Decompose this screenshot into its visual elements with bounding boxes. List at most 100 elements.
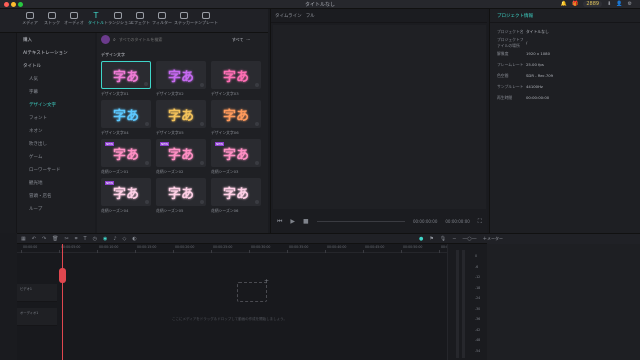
title-template-item[interactable]: 字あ NEW 花柄シーズン04	[101, 178, 151, 217]
download-icon[interactable]	[144, 82, 148, 86]
gift-icon[interactable]: 🎁	[572, 1, 578, 7]
tab-filters[interactable]: フィルター	[152, 9, 172, 32]
player-tab[interactable]: タイムライン	[275, 13, 302, 19]
scrub-bar[interactable]	[316, 221, 405, 222]
audio-track-header[interactable]: オーディオ1	[17, 308, 57, 326]
download-icon[interactable]	[145, 200, 149, 204]
tab-transitions[interactable]: トランジション	[104, 9, 132, 32]
tab-stock[interactable]: ストック	[42, 9, 62, 32]
sidebar-item[interactable]: ループ	[17, 202, 95, 215]
title-template-item[interactable]: 字あ デザイン文字03	[211, 61, 261, 100]
title-thumbnail[interactable]: 字あ	[211, 61, 261, 89]
title-template-item[interactable]: 字あ 花柄シーズン05	[156, 178, 206, 217]
title-template-item[interactable]: 字あ デザイン文字01	[101, 61, 151, 100]
download-icon[interactable]	[145, 122, 149, 126]
title-thumbnail[interactable]: 字あ	[156, 100, 206, 128]
title-template-item[interactable]: 字あ デザイン文字05	[156, 100, 206, 139]
undo-icon[interactable]: ↶	[32, 236, 36, 242]
sidebar-item[interactable]: 人気	[17, 72, 95, 85]
tab-stickers[interactable]: ステッカー	[174, 9, 194, 32]
sidebar-item[interactable]: ネオン	[17, 124, 95, 137]
title-template-item[interactable]: 字あ NEW 花柄シーズン01	[101, 139, 151, 178]
download-icon[interactable]	[255, 200, 259, 204]
title-template-item[interactable]: 字あ NEW 花柄シーズン02	[156, 139, 206, 178]
zoom-slider[interactable]: —○—	[462, 236, 476, 242]
download-icon[interactable]	[200, 83, 204, 87]
cut-icon[interactable]: ✂	[65, 236, 69, 242]
download-icon[interactable]	[200, 161, 204, 165]
download-icon[interactable]	[255, 122, 259, 126]
speed-icon[interactable]: ◷	[93, 236, 97, 242]
video-track-header[interactable]: ビデオ1	[17, 284, 57, 302]
sidebar-item[interactable]: 字幕	[17, 85, 95, 98]
quality-dropdown[interactable]: フル	[306, 13, 315, 19]
title-thumbnail[interactable]: 字あ NEW	[101, 139, 151, 167]
step-back-icon[interactable]: ⏮	[277, 218, 282, 226]
search-input[interactable]	[118, 37, 229, 42]
tab-audio[interactable]: オーディオ	[64, 9, 84, 32]
color-icon[interactable]: ◉	[103, 236, 107, 242]
title-thumbnail[interactable]: 字あ	[156, 61, 206, 89]
media-drop-zone[interactable]: +	[237, 278, 269, 302]
playhead[interactable]	[62, 244, 63, 360]
record-icon[interactable]: ●	[419, 236, 423, 242]
title-thumbnail[interactable]: 字あ	[101, 100, 151, 128]
mask-icon[interactable]: ◐	[132, 236, 136, 242]
sidebar-item[interactable]: タイトル	[17, 59, 95, 72]
zoom-out-icon[interactable]: −	[452, 236, 456, 242]
settings-icon[interactable]: ⚙	[628, 1, 632, 7]
layout-icon[interactable]: ▦	[21, 236, 26, 242]
sidebar-item[interactable]: 購入	[17, 33, 95, 46]
sidebar-item[interactable]: 吹き出し	[17, 137, 95, 150]
keyframe-icon[interactable]: ◇	[123, 236, 127, 242]
download-icon[interactable]	[255, 83, 259, 87]
playhead-handle[interactable]	[59, 268, 66, 283]
sidebar-item[interactable]: 観光地	[17, 176, 95, 189]
download-icon[interactable]	[200, 122, 204, 126]
play-icon[interactable]: ▶	[290, 218, 295, 225]
fullscreen-icon[interactable]: ⛶	[478, 218, 482, 226]
title-thumbnail[interactable]: 字あ NEW	[211, 139, 261, 167]
timeline-ruler[interactable]: 00:00:00 00:00:05:00 00:00:10:00 00:00:15:0…	[17, 244, 460, 253]
title-thumbnail[interactable]: 字あ	[211, 178, 261, 206]
title-thumbnail[interactable]: 字あ NEW	[101, 178, 151, 206]
mic-icon[interactable]: 🎙	[440, 236, 446, 242]
title-template-item[interactable]: 字あ 花柄シーズン06	[211, 178, 261, 217]
title-template-item[interactable]: 字あ デザイン文字02	[156, 61, 206, 100]
download-icon[interactable]	[200, 200, 204, 204]
marker-icon[interactable]: ⚑	[429, 236, 433, 242]
project-info-tab[interactable]: プロジェクト情報	[490, 9, 640, 23]
download-icon[interactable]	[145, 161, 149, 165]
timeline[interactable]: 00:00:00 00:00:05:00 00:00:10:00 00:00:15:0…	[17, 244, 487, 360]
tab-titles[interactable]: T タイトル	[86, 9, 106, 32]
title-template-item[interactable]: 字あ デザイン文字04	[101, 100, 151, 139]
delete-icon[interactable]: 🗑	[52, 236, 58, 242]
sidebar-item[interactable]: ゲーム	[17, 150, 95, 163]
preview-canvas[interactable]	[273, 25, 486, 209]
ai-title-icon[interactable]	[101, 35, 110, 44]
redo-icon[interactable]: ↷	[42, 236, 46, 242]
bell-icon[interactable]: 🔔	[561, 1, 567, 7]
audio-icon[interactable]: ♪	[113, 236, 116, 242]
points-badge[interactable]: 2889	[583, 1, 603, 7]
title-thumbnail[interactable]: 字あ	[101, 61, 151, 89]
sidebar-item[interactable]: AIテキストレーション	[17, 46, 95, 59]
download-icon[interactable]	[255, 161, 259, 165]
title-template-item[interactable]: 字あ デザイン文字06	[211, 100, 261, 139]
stop-icon[interactable]: ■	[303, 218, 309, 225]
title-template-item[interactable]: 字あ NEW 花柄シーズン03	[211, 139, 261, 178]
crop-icon[interactable]: ⌗	[75, 236, 78, 242]
sidebar-item[interactable]: フォント	[17, 111, 95, 124]
sidebar-item[interactable]: デザイン文字	[17, 98, 95, 111]
sidebar-item[interactable]: 冒頭・店名	[17, 189, 95, 202]
tab-media[interactable]: メディア	[20, 9, 40, 32]
tab-templates[interactable]: テンプレート	[194, 9, 218, 32]
more-options-button[interactable]: ···	[246, 37, 250, 42]
tab-effects[interactable]: エフェクト	[130, 9, 150, 32]
filter-dropdown[interactable]: すべて	[232, 37, 244, 43]
text-icon[interactable]: T	[84, 236, 87, 242]
title-thumbnail[interactable]: 字あ	[211, 100, 261, 128]
title-thumbnail[interactable]: 字あ	[156, 178, 206, 206]
sidebar-item[interactable]: ローワーサード	[17, 163, 95, 176]
download-icon[interactable]: ⬇	[607, 1, 611, 7]
